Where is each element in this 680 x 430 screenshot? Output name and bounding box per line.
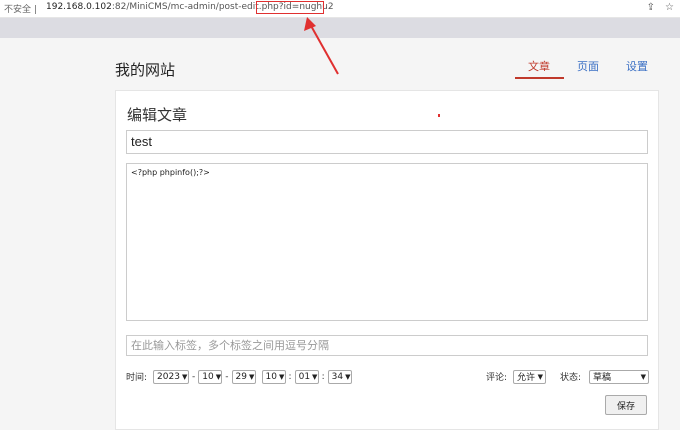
chevron-down-icon: ▼ [215, 372, 222, 381]
chevron-down-icon: ▼ [249, 372, 255, 381]
status-label: 状态: [560, 373, 582, 383]
chevron-down-icon: ▼ [279, 372, 285, 381]
tags-input[interactable] [126, 335, 648, 356]
comment-select[interactable]: 允许 ▼ [513, 369, 547, 384]
nav-tab-article[interactable]: 文章 [528, 58, 550, 74]
share-icon[interactable]: ⇪ [647, 2, 655, 13]
security-indicator[interactable]: 不安全 | [4, 2, 37, 15]
nav-tab-settings[interactable]: 设置 [626, 58, 648, 74]
comment-setting: 评论: 允许 ▼ [486, 369, 547, 384]
second-select[interactable]: 34 ▼ [327, 369, 352, 384]
day-select[interactable]: 29 ▼ [231, 369, 256, 384]
post-content-textarea[interactable]: <?php phpinfo();?> [126, 163, 648, 321]
annotation-mark [438, 114, 440, 117]
nav-tab-page[interactable]: 页面 [577, 58, 599, 74]
status-setting: 状态: 草稿 ▼ [560, 369, 650, 384]
year-select[interactable]: 2023 ▼ [153, 369, 190, 384]
save-button[interactable]: 保存 [605, 395, 647, 415]
chevron-down-icon: ▼ [537, 372, 544, 381]
url-host: 192.168.0.102 [46, 2, 112, 12]
month-select[interactable]: 10 ▼ [198, 369, 223, 384]
active-tab-indicator [515, 77, 564, 79]
hour-select[interactable]: 10 ▼ [261, 369, 286, 384]
datetime-row: 时间: 2023 ▼ - 10 ▼ - 29 ▼ 10 ▼ : 01 ▼ : 34 ▼ [126, 369, 352, 384]
minute-select[interactable]: 01 ▼ [294, 369, 319, 384]
post-title-input[interactable]: test [126, 130, 648, 154]
chevron-down-icon: ▼ [181, 372, 188, 381]
time-label: 时间: [126, 373, 148, 383]
toolbar-band [0, 18, 680, 38]
chevron-down-icon: ▼ [640, 372, 647, 381]
url-path: :82/MiniCMS/mc-admin/post-edit.php [111, 2, 279, 12]
chevron-down-icon: ▼ [345, 372, 351, 381]
chevron-down-icon: ▼ [312, 372, 318, 381]
star-icon[interactable]: ☆ [665, 2, 674, 13]
insecure-label: 不安全 [4, 5, 32, 15]
comment-label: 评论: [486, 373, 508, 383]
page-heading: 编辑文章 [127, 106, 188, 124]
address-bar[interactable]: 不安全 | 192.168.0.102:82/MiniCMS/mc-admin/… [0, 0, 680, 18]
site-title: 我的网站 [115, 61, 176, 79]
annotation-highlight-box [256, 1, 324, 14]
status-select[interactable]: 草稿 ▼ [589, 369, 650, 384]
